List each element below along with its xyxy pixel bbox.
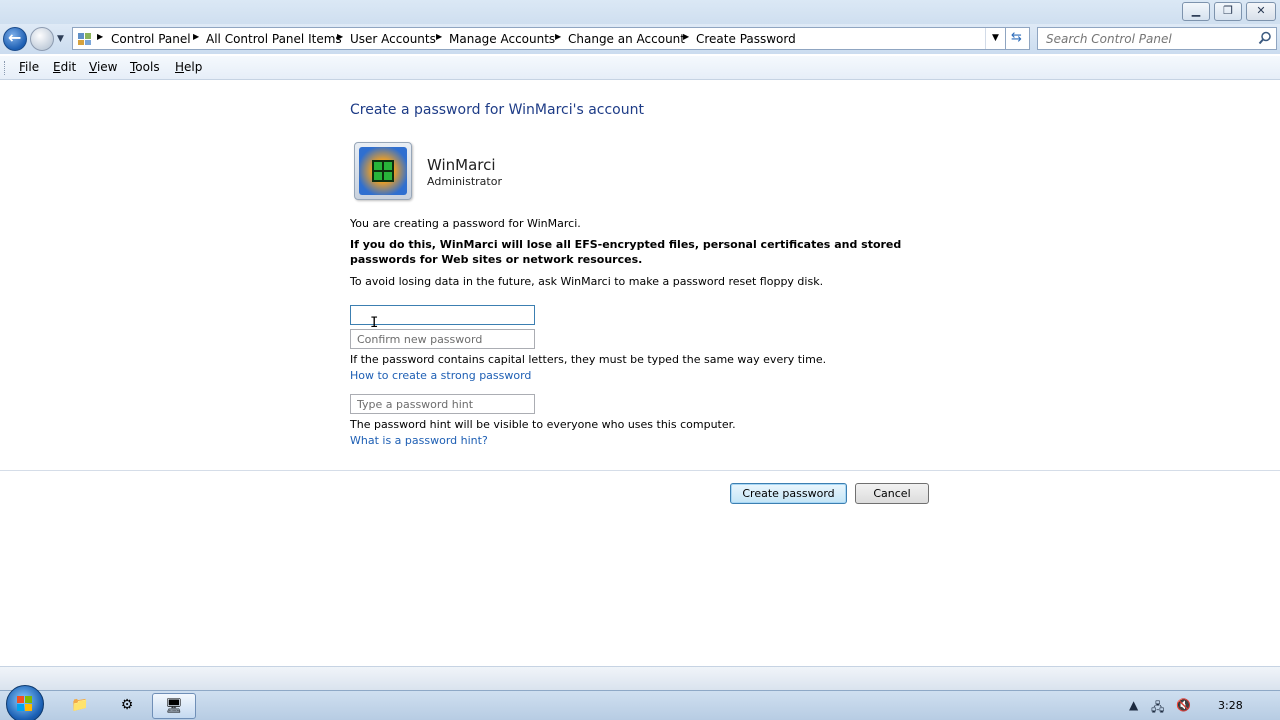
breadcrumb-manage-accounts[interactable]: Manage Accounts [449,32,555,46]
clock[interactable]: 3:28 [1218,699,1243,712]
menu-edit[interactable]: Edit [53,60,76,74]
refresh-icon: ⇆ [1011,30,1022,45]
intro-text: You are creating a password for WinMarci… [350,217,581,230]
advice-text: To avoid losing data in the future, ask … [350,275,824,288]
password-hint-field[interactable] [350,394,535,414]
show-hidden-icons-arrow-icon[interactable]: ▲ [1129,698,1138,712]
divider [0,470,1280,471]
close-icon: ✕ [1256,4,1266,17]
taskbar-explorer[interactable]: 📁 [58,693,102,719]
maintenance-icon: ⚙ [120,697,134,713]
network-icon[interactable]: 🖧 [1151,698,1164,719]
back-button[interactable]: ← [3,27,27,51]
breadcrumb-separator-icon[interactable]: ▶ [683,32,689,41]
status-strip [0,666,1280,690]
user-picture-icon [359,147,407,195]
breadcrumb-change-account[interactable]: Change an Account [568,32,685,46]
breadcrumb-create-password[interactable]: Create Password [696,32,796,46]
breadcrumb-separator-icon[interactable]: ▶ [337,32,343,41]
strong-password-link[interactable]: How to create a strong password [350,369,531,382]
menu-file[interactable]: File [19,60,39,74]
explorer-icon: 📁 [71,697,89,713]
menu-file-rest: ile [25,60,40,74]
taskbar: 📁 ⚙ 🖥 ▲ 🖧 🔇 3:28 [0,685,1280,720]
menu-view[interactable]: View [89,60,117,74]
password-hint-help-link[interactable]: What is a password hint? [350,434,488,447]
forward-button[interactable] [30,27,54,51]
taskbar-control-panel[interactable]: 🖥 [152,693,196,719]
breadcrumb-all-items[interactable]: All Control Panel Items [206,32,342,46]
taskbar-maintenance[interactable]: ⚙ [105,693,149,719]
volume-muted-icon[interactable]: 🔇 [1176,698,1191,712]
control-panel-icon [78,33,91,45]
breadcrumb-separator-icon[interactable]: ▶ [436,32,442,41]
user-role: Administrator [427,175,502,188]
control-panel-icon: 🖥 [165,698,183,714]
window-title-bar: ▁ ❐ ✕ [0,0,1280,24]
search-box[interactable] [1037,27,1277,50]
breadcrumb-control-panel[interactable]: Control Panel [111,32,191,46]
search-icon[interactable] [1258,31,1272,45]
cancel-button[interactable]: Cancel [855,483,929,504]
avatar [354,142,412,200]
page-title: Create a password for WinMarci's account [350,102,644,118]
maximize-button[interactable]: ❐ [1214,2,1242,21]
menu-tools[interactable]: Tools [130,60,160,74]
back-arrow-icon: ← [8,28,22,47]
navigation-bar: ← ▼ ▶ Control Panel ▶ All Control Panel … [0,24,1280,54]
refresh-button[interactable]: ⇆ [1006,27,1030,50]
create-password-button[interactable]: Create password [730,483,847,504]
window-tile-icon [372,160,394,182]
minimize-icon: ▁ [1191,4,1201,17]
menu-edit-rest: dit [60,60,77,74]
recent-pages-dropdown-icon[interactable]: ▼ [57,34,64,44]
search-input[interactable] [1038,28,1248,49]
warning-text: If you do this, WinMarci will lose all E… [350,238,902,266]
breadcrumb-separator-icon[interactable]: ▶ [193,32,199,41]
menu-grip [4,61,7,75]
breadcrumb-user-accounts[interactable]: User Accounts [350,32,436,46]
main-content: Create a password for WinMarci's account… [0,81,1280,666]
start-button[interactable] [6,685,44,720]
menu-help-rest: elp [184,60,203,74]
restore-icon: ❐ [1223,4,1233,17]
user-name: WinMarci [427,156,496,174]
menu-tools-rest: ools [135,60,160,74]
address-bar[interactable]: ▶ Control Panel ▶ All Control Panel Item… [72,27,1006,50]
windows-logo-icon [17,696,33,712]
menu-view-rest: iew [96,60,118,74]
menu-help[interactable]: Help [175,60,202,74]
address-dropdown-icon[interactable]: ▼ [985,28,1005,49]
minimize-button[interactable]: ▁ [1182,2,1210,21]
breadcrumb-separator-icon[interactable]: ▶ [97,32,103,41]
hint-note: The password hint will be visible to eve… [350,418,736,431]
confirm-password-field[interactable] [350,329,535,349]
menu-bar: File Edit View Tools Help [0,56,1280,80]
capitals-note: If the password contains capital letters… [350,353,827,366]
breadcrumb-separator-icon[interactable]: ▶ [555,32,561,41]
close-button[interactable]: ✕ [1246,2,1276,21]
